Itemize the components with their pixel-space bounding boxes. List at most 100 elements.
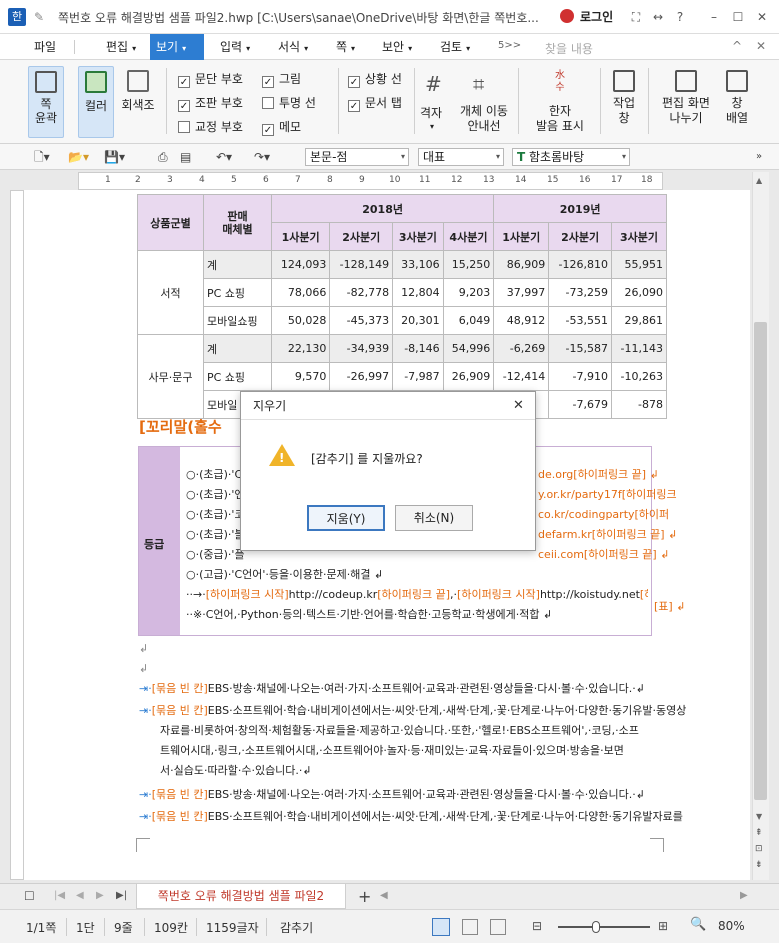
- doc-close-icon[interactable]: ✕: [756, 39, 766, 53]
- status-page[interactable]: 1/1쪽: [26, 919, 56, 936]
- window-arrange-button[interactable]: 창 배열: [722, 66, 752, 138]
- tab-scroll-right-icon[interactable]: ▶: [740, 890, 748, 901]
- tab-prev-icon[interactable]: ◀: [76, 890, 84, 901]
- value-cell: -11,143: [610, 334, 668, 363]
- checkbox-doc-tab[interactable]: ✓ 문서 탭: [348, 94, 402, 112]
- color-button[interactable]: 컬러: [78, 66, 114, 138]
- table-row: 사무·문구 계 22,130 -34,939 -8,146 54,996 -6,…: [137, 334, 668, 419]
- scroll-up-icon[interactable]: ▲: [756, 176, 762, 185]
- ribbon-toggle-icon[interactable]: ↔: [650, 9, 666, 25]
- checkbox-control-mark[interactable]: ✓ 조판 부호: [178, 94, 243, 112]
- codeup-link[interactable]: http://codeup.kr: [289, 588, 378, 601]
- value-cell: 26,909: [442, 362, 495, 391]
- hanja-pronunciation-button[interactable]: 水 수 한자 발음 표시: [528, 66, 592, 138]
- value-cell: 22,130: [270, 334, 331, 363]
- quick-access-icon[interactable]: ✎: [34, 10, 48, 24]
- font-language-select[interactable]: 대표 ▾: [418, 148, 504, 166]
- open-folder-icon[interactable]: 📂▾: [68, 148, 89, 166]
- print-icon[interactable]: ⎙: [158, 148, 168, 166]
- checkbox-paragraph-mark[interactable]: ✓ 문단 부호: [178, 70, 243, 88]
- font-select[interactable]: T 함초롬바탕 ▾: [512, 148, 630, 166]
- menu-page[interactable]: 쪽 ▾: [330, 34, 361, 60]
- toolbar-expand-icon[interactable]: »: [756, 148, 762, 166]
- checkbox-memo[interactable]: ✓ 메모: [262, 118, 301, 136]
- save-icon[interactable]: 💾▾: [104, 148, 125, 166]
- view-full-icon[interactable]: [490, 919, 506, 935]
- grid-button[interactable]: # 격자 ▾: [418, 66, 450, 138]
- menu-view[interactable]: 보기 ▾: [150, 34, 204, 60]
- help-button[interactable]: ?: [672, 9, 688, 25]
- grayscale-button[interactable]: 회색조: [118, 66, 158, 138]
- checkbox-label: 조판 부호: [195, 96, 243, 110]
- undo-icon[interactable]: ↶▾: [216, 148, 232, 166]
- vertical-ruler[interactable]: [10, 190, 24, 880]
- zoom-out-icon[interactable]: ⊟: [532, 919, 542, 933]
- preview-icon[interactable]: ▤: [180, 148, 191, 166]
- goto-page-icon[interactable]: ⊡: [755, 844, 763, 854]
- koistudy-link[interactable]: http://koistudy.net: [540, 588, 640, 601]
- level-label: 등급: [144, 538, 165, 551]
- year-2018-header: 2018년: [270, 194, 495, 223]
- fullscreen-icon[interactable]: ⛶: [628, 9, 644, 25]
- login-button[interactable]: 로그인: [580, 8, 613, 25]
- app-logo-icon[interactable]: 한: [8, 8, 26, 26]
- ribbon-collapse-icon[interactable]: ^: [732, 39, 742, 53]
- status-divider: [196, 918, 197, 936]
- checkbox-transparent-line[interactable]: 투명 선: [262, 94, 316, 112]
- view-page-icon[interactable]: [432, 918, 450, 936]
- menu-file[interactable]: 파일: [28, 34, 62, 60]
- menu-review[interactable]: 검토 ▾: [434, 34, 476, 60]
- zoom-level[interactable]: 80%: [718, 919, 745, 933]
- work-window-button[interactable]: 작업 창: [606, 66, 642, 138]
- view-width-icon[interactable]: [462, 919, 478, 935]
- split-screen-button[interactable]: 편집 화면 나누기: [654, 66, 718, 138]
- next-page-icon[interactable]: ⇟: [755, 860, 763, 870]
- tab-last-icon[interactable]: ▶|: [116, 890, 127, 901]
- tab-view-icon[interactable]: ☐: [24, 889, 35, 903]
- cancel-button[interactable]: 취소(N): [395, 505, 473, 531]
- hanja-icon: 水 수: [555, 70, 565, 93]
- zoom-slider-thumb[interactable]: [592, 921, 600, 933]
- dialog-close-icon[interactable]: ✕: [513, 398, 524, 413]
- menu-security[interactable]: 보안 ▾: [376, 34, 418, 60]
- checkbox-picture[interactable]: ✓ 그림: [262, 70, 301, 88]
- menu-more-icon[interactable]: 5>>: [498, 40, 521, 51]
- page-outline-button[interactable]: 쪽 윤곽: [28, 66, 64, 138]
- style-select-value: 본문-점: [310, 150, 348, 164]
- delete-dialog: 지우기 ✕ ! [감추기] 를 지울까요? 지움(Y) 취소(N): [240, 391, 536, 551]
- style-select[interactable]: 본문-점 ▾: [305, 148, 409, 166]
- tab-document[interactable]: 쪽번호 오류 해결방법 샘플 파일2: [136, 884, 346, 909]
- zoom-in-icon[interactable]: ⊞: [658, 919, 668, 933]
- ruler-mark: 12: [451, 175, 463, 185]
- scrollbar-thumb[interactable]: [754, 322, 767, 800]
- object-move-guide-button[interactable]: ⌗ 개체 이동 안내선: [456, 66, 512, 138]
- format-toolbar: 🗋▾ 📂▾ 💾▾ ⎙ ▤ ↶▾ ↷▾ 본문-점 ▾ 대표 ▾ T 함초롬바탕 ▾ »: [0, 144, 779, 170]
- zoom-search-icon[interactable]: 🔍: [690, 917, 706, 932]
- delete-button[interactable]: 지움(Y): [307, 505, 385, 531]
- scroll-down-icon[interactable]: ▼: [756, 812, 762, 821]
- checkbox-proof-mark[interactable]: 교정 부호: [178, 118, 243, 136]
- minimize-icon[interactable]: –: [706, 9, 722, 25]
- menu-insert[interactable]: 입력 ▾: [214, 34, 256, 60]
- new-doc-icon[interactable]: 🗋▾: [34, 148, 50, 166]
- link-tail-tag: [하이퍼: [639, 588, 648, 601]
- bullet-paragraph-2: ⇥·[묶음 빈 칸]EBS·소프트웨어·학습·내비게이션에서는·씨앗·단계,·새…: [139, 704, 687, 717]
- bullet-tag: [묶음 빈 칸]: [151, 704, 208, 717]
- prev-page-icon[interactable]: ⇞: [755, 828, 763, 838]
- add-tab-button[interactable]: +: [358, 887, 371, 906]
- paragraph-text: EBS·소프트웨어·학습·내비게이션에서는·씨앗·단계,·새싹·단계,·꽃·단계…: [207, 704, 687, 717]
- tab-first-icon[interactable]: |◀: [54, 890, 65, 901]
- search-input[interactable]: 찾을 내용: [545, 40, 593, 57]
- tab-scroll-icon[interactable]: ◀: [380, 890, 388, 901]
- redo-icon[interactable]: ↷▾: [254, 148, 270, 166]
- horizontal-ruler[interactable]: 1 2 3 4 5 6 7 8 9 10 11 12 13 14 15 16 1…: [78, 172, 663, 190]
- menu-edit[interactable]: 편집 ▾: [100, 34, 142, 60]
- checkbox-status-line[interactable]: ✓ 상황 선: [348, 70, 402, 88]
- maximize-icon[interactable]: ☐: [730, 9, 746, 25]
- menu-format[interactable]: 서식 ▾: [272, 34, 314, 60]
- ruler-mark: 1: [105, 175, 111, 185]
- close-window-icon[interactable]: ✕: [754, 9, 770, 25]
- tab-next-icon[interactable]: ▶: [96, 890, 104, 901]
- zoom-slider[interactable]: [558, 926, 650, 928]
- value-cell: -82,778: [329, 278, 394, 307]
